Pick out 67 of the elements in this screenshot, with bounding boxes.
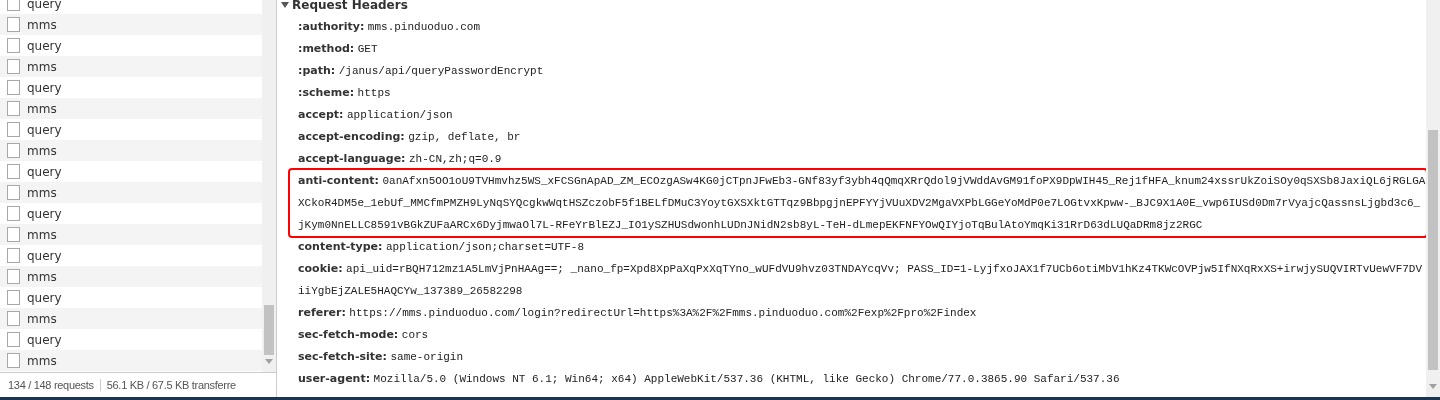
checkbox[interactable] <box>7 185 20 200</box>
checkbox[interactable] <box>7 80 20 95</box>
header-line: :scheme: https <box>298 85 392 101</box>
header-line: accept-encoding: gzip, deflate, br <box>298 129 522 145</box>
request-name: mms <box>27 101 57 116</box>
request-row[interactable]: mms <box>0 224 262 245</box>
checkbox[interactable] <box>7 248 20 263</box>
request-name: mms <box>27 185 57 200</box>
checkbox[interactable] <box>7 101 20 116</box>
scroll-down-icon[interactable] <box>1429 384 1437 389</box>
request-name: query <box>27 80 62 95</box>
header-line: content-type: application/json;charset=UTF-8 <box>298 239 585 255</box>
request-name: query <box>27 38 62 53</box>
request-name: mms <box>27 17 57 32</box>
request-row[interactable]: mms <box>0 350 262 371</box>
request-name: mms <box>27 269 57 284</box>
checkbox[interactable] <box>7 290 20 305</box>
request-row[interactable]: mms <box>0 140 262 161</box>
header-line: accept-language: zh-CN,zh;q=0.9 <box>298 151 503 167</box>
scroll-down-icon[interactable] <box>265 359 273 364</box>
header-line: user-agent: Mozilla/5.0 (Windows NT 6.1; Win64; x64) AppleWebKit/537.36 (KHTML, like Gecko) Chrome/77.0.3865.90 Safari/537.36 <box>298 371 1121 387</box>
request-row[interactable]: mms <box>0 98 262 119</box>
checkbox[interactable] <box>7 311 20 326</box>
triangle-icon[interactable] <box>281 2 289 8</box>
header-line: referer: https://mms.pinduoduo.com/login?redirectUrl=https%3A%2F%2Fmms.pinduoduo.com%2Fexp%2Fpro%2Findex <box>298 305 978 321</box>
scroll-thumb[interactable] <box>1428 130 1438 370</box>
checkbox[interactable] <box>7 206 20 221</box>
request-name: mms <box>27 227 57 242</box>
request-name: mms <box>27 311 57 326</box>
request-row[interactable]: mms <box>0 266 262 287</box>
header-line: accept: application/json <box>298 107 454 123</box>
request-name: query <box>27 0 62 11</box>
request-name: query <box>27 206 62 221</box>
request-row[interactable]: mms <box>0 308 262 329</box>
checkbox[interactable] <box>7 0 20 11</box>
header-line: :authority: mms.pinduoduo.com <box>298 19 482 35</box>
request-name: mms <box>27 59 57 74</box>
checkbox[interactable] <box>7 332 20 347</box>
checkbox[interactable] <box>7 269 20 284</box>
request-name: query <box>27 122 62 137</box>
request-row[interactable]: mms <box>0 56 262 77</box>
scrollbar[interactable] <box>1426 0 1440 397</box>
scrollbar[interactable] <box>262 0 276 372</box>
checkbox[interactable] <box>7 227 20 242</box>
section-header[interactable]: Request Headers <box>281 0 1426 16</box>
checkbox[interactable] <box>7 143 20 158</box>
scroll-thumb[interactable] <box>264 305 274 355</box>
header-line: sec-fetch-mode: cors <box>298 327 430 343</box>
checkbox[interactable] <box>7 59 20 74</box>
checkbox[interactable] <box>7 17 20 32</box>
header-line: :method: GET <box>298 41 379 57</box>
request-name: mms <box>27 353 57 368</box>
request-name: query <box>27 164 62 179</box>
transfer-size: 56.1 KB / 67.5 KB transferre <box>99 379 236 391</box>
request-name: query <box>27 248 62 263</box>
request-name: query <box>27 332 62 347</box>
request-row[interactable]: mms <box>0 14 262 35</box>
request-count: 134 / 148 requests <box>8 379 94 391</box>
request-row[interactable]: mms <box>0 182 262 203</box>
request-name: mms <box>27 143 57 158</box>
checkbox[interactable] <box>7 164 20 179</box>
checkbox[interactable] <box>7 38 20 53</box>
request-name: query <box>27 290 62 305</box>
header-line: sec-fetch-site: same-origin <box>298 349 465 365</box>
checkbox[interactable] <box>7 353 20 368</box>
header-line: :path: /janus/api/queryPasswordEncrypt <box>298 63 545 79</box>
checkbox[interactable] <box>7 122 20 137</box>
